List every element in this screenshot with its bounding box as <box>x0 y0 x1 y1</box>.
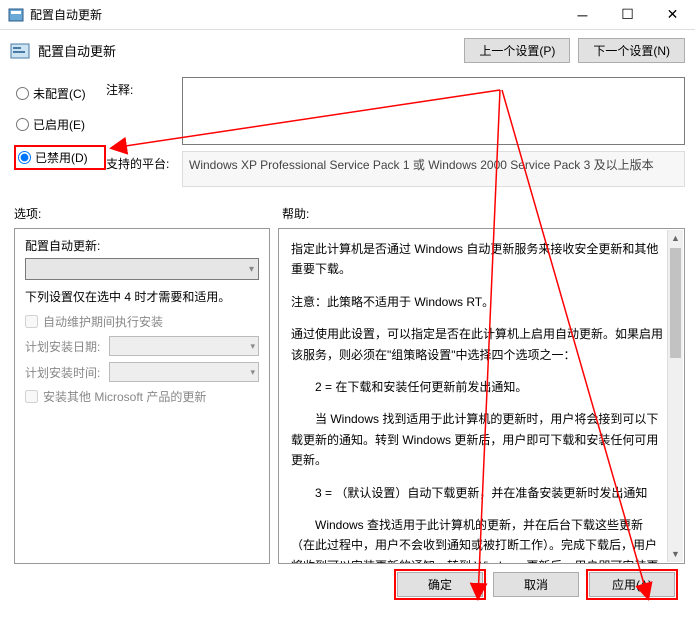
help-text: 指定此计算机是否通过 Windows 自动更新服务来接收安全更新和其他重要下载。… <box>289 237 682 564</box>
help-p7: Windows 查找适用于此计算机的更新，并在后台下载这些更新（在此过程中，用户… <box>291 515 666 564</box>
scroll-thumb[interactable] <box>670 248 681 358</box>
next-setting-button[interactable]: 下一个设置(N) <box>578 38 685 63</box>
dialog-footer: 确定 取消 应用(A) <box>14 564 685 597</box>
radio-disabled-input[interactable] <box>18 151 31 164</box>
schedule-time-label: 计划安装时间: <box>25 364 109 381</box>
options-pane: 配置自动更新: ▾ 下列设置仅在选中 4 时才需要和适用。 自动维护期间执行安装… <box>14 228 270 564</box>
close-button[interactable]: ✕ <box>650 0 695 30</box>
schedule-time-row: 计划安装时间: ▾ <box>25 362 259 382</box>
help-p6: 3 = （默认设置）自动下载更新，并在准备安装更新时发出通知 <box>291 483 666 503</box>
comment-label: 注释: <box>106 77 182 98</box>
config-update-select[interactable]: ▾ <box>25 258 259 280</box>
comment-textarea[interactable] <box>182 77 685 145</box>
radio-label: 未配置(C) <box>33 85 86 102</box>
scroll-up-icon[interactable]: ▲ <box>668 230 683 246</box>
radio-enabled-input[interactable] <box>16 118 29 131</box>
auto-maint-checkbox[interactable]: 自动维护期间执行安装 <box>25 313 259 330</box>
help-section-label: 帮助: <box>282 205 309 222</box>
chevron-down-icon: ▾ <box>249 264 254 275</box>
schedule-date-row: 计划安装日期: ▾ <box>25 336 259 356</box>
maximize-button[interactable]: ☐ <box>605 0 650 30</box>
window-title: 配置自动更新 <box>30 6 560 23</box>
config-update-label: 配置自动更新: <box>25 237 259 254</box>
help-p3: 通过使用此设置，可以指定是否在此计算机上启用自动更新。如果启用该服务，则必须在"… <box>291 324 666 365</box>
radio-not-configured[interactable]: 未配置(C) <box>14 83 106 104</box>
other-ms-input <box>25 390 38 403</box>
help-pane: 指定此计算机是否通过 Windows 自动更新服务来接收安全更新和其他重要下载。… <box>278 228 685 564</box>
minimize-button[interactable]: ─ <box>560 0 605 30</box>
header: 配置自动更新 上一个设置(P) 下一个设置(N) <box>0 30 695 71</box>
apply-button[interactable]: 应用(A) <box>589 572 675 597</box>
radio-label: 已禁用(D) <box>35 149 88 166</box>
help-p5: 当 Windows 找到适用于此计算机的更新时，用户将会接到可以下载更新的通知。… <box>291 409 666 470</box>
state-radio-group: 未配置(C) 已启用(E) 已禁用(D) <box>14 77 106 180</box>
supported-platform-text: Windows XP Professional Service Pack 1 或… <box>182 151 685 187</box>
titlebar: 配置自动更新 ─ ☐ ✕ <box>0 0 695 30</box>
schedule-date-label: 计划安装日期: <box>25 338 109 355</box>
options-section-label: 选项: <box>14 205 282 222</box>
cancel-button[interactable]: 取消 <box>493 572 579 597</box>
help-scrollbar[interactable]: ▲ ▼ <box>667 230 683 562</box>
options-note: 下列设置仅在选中 4 时才需要和适用。 <box>25 288 259 305</box>
schedule-time-select[interactable]: ▾ <box>109 362 259 382</box>
help-p1: 指定此计算机是否通过 Windows 自动更新服务来接收安全更新和其他重要下载。 <box>291 239 666 280</box>
prev-setting-button[interactable]: 上一个设置(P) <box>464 38 570 63</box>
chevron-down-icon: ▾ <box>250 341 255 352</box>
other-ms-label: 安装其他 Microsoft 产品的更新 <box>43 388 206 405</box>
radio-disabled[interactable]: 已禁用(D) <box>14 145 106 170</box>
chevron-down-icon: ▾ <box>250 367 255 378</box>
policy-icon <box>10 41 30 61</box>
auto-maint-label: 自动维护期间执行安装 <box>43 313 163 330</box>
other-ms-checkbox[interactable]: 安装其他 Microsoft 产品的更新 <box>25 388 259 405</box>
help-p2: 注意：此策略不适用于 Windows RT。 <box>291 292 666 312</box>
page-title: 配置自动更新 <box>38 41 464 60</box>
radio-label: 已启用(E) <box>33 116 85 133</box>
ok-button[interactable]: 确定 <box>397 572 483 597</box>
scroll-down-icon[interactable]: ▼ <box>668 546 683 562</box>
radio-not-configured-input[interactable] <box>16 87 29 100</box>
radio-enabled[interactable]: 已启用(E) <box>14 114 106 135</box>
app-icon <box>8 7 24 23</box>
schedule-date-select[interactable]: ▾ <box>109 336 259 356</box>
platform-label: 支持的平台: <box>106 151 182 172</box>
auto-maint-input <box>25 315 38 328</box>
help-p4: 2 = 在下载和安装任何更新前发出通知。 <box>291 377 666 397</box>
